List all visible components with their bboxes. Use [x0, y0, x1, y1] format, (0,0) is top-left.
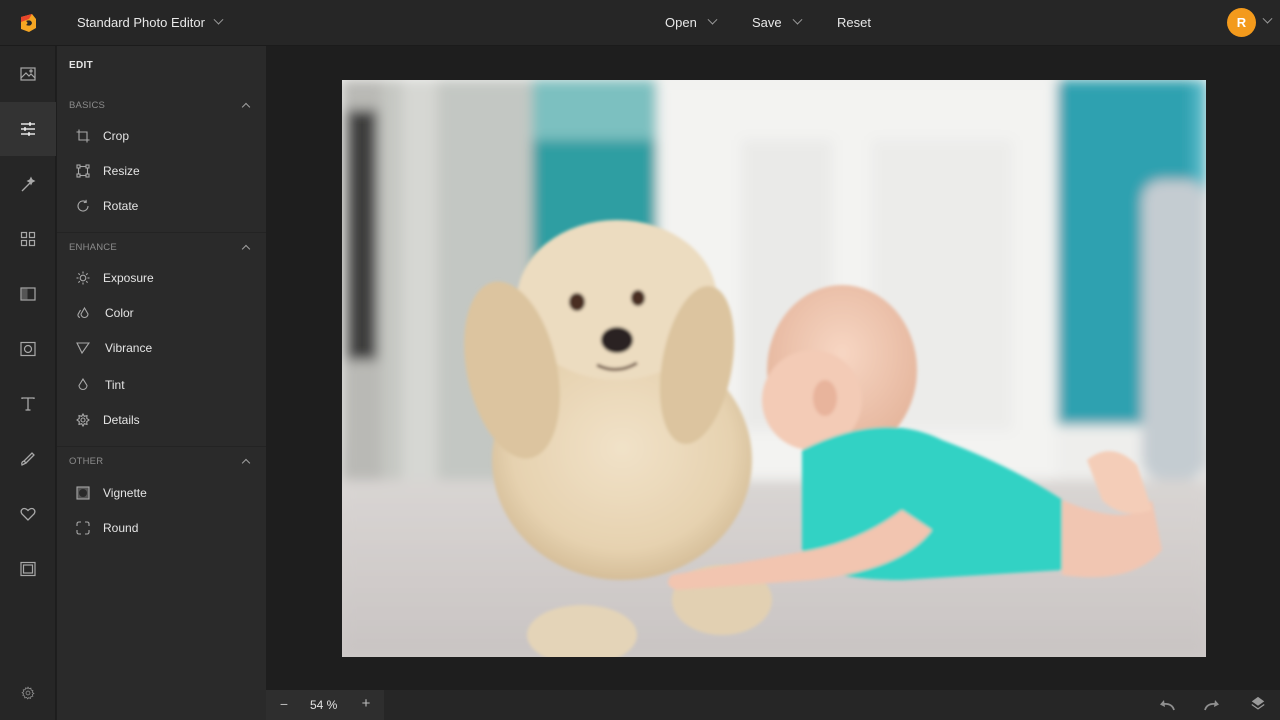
tool-rotate-label: Rotate: [103, 199, 139, 213]
canvas-area: [266, 46, 1280, 690]
tool-tint-label: Tint: [105, 378, 125, 392]
section-basics-header[interactable]: BASICS: [57, 96, 266, 116]
tool-round[interactable]: Round: [57, 513, 266, 545]
rail-item-borders[interactable]: [0, 542, 56, 596]
rail-item-adjust[interactable]: [0, 102, 56, 156]
sliders-icon: [21, 122, 35, 136]
tool-rotate[interactable]: Rotate: [57, 191, 266, 223]
image-icon: [20, 67, 36, 81]
round-corners-icon: [76, 521, 90, 535]
avatar-initial: R: [1236, 15, 1247, 30]
triangle-icon: [76, 342, 90, 355]
tool-details[interactable]: Details: [57, 405, 266, 437]
tool-resize-label: Resize: [103, 164, 140, 178]
tool-details-label: Details: [103, 413, 140, 427]
reset-label: Reset: [837, 15, 871, 30]
frame-circle-icon: [20, 341, 36, 357]
gear-star-icon: [76, 413, 90, 427]
text-icon: [21, 397, 35, 411]
layout-icon: [20, 287, 36, 301]
rail-item-draw[interactable]: [0, 432, 56, 486]
gear-icon: [21, 686, 35, 700]
bottom-bar: − 54 % +: [266, 690, 1280, 720]
sun-icon: [76, 271, 90, 285]
section-divider: [57, 232, 266, 233]
rail-item-stickers[interactable]: [0, 487, 56, 541]
rail-item-effects[interactable]: [0, 157, 56, 211]
crop-icon: [76, 129, 90, 143]
tool-vignette[interactable]: Vignette: [57, 478, 266, 510]
edit-panel: EDIT BASICS Crop Resize Rotate ENHANCE E…: [57, 46, 266, 720]
section-divider: [57, 446, 266, 447]
rail-item-image[interactable]: [0, 47, 56, 101]
tool-tint[interactable]: Tint: [57, 370, 266, 402]
rotate-icon: [77, 199, 89, 212]
zoom-out-button[interactable]: −: [276, 696, 292, 714]
reset-button[interactable]: Reset: [837, 15, 871, 30]
section-enhance-header[interactable]: ENHANCE: [57, 238, 266, 258]
app-logo-icon[interactable]: [18, 13, 38, 33]
tool-round-label: Round: [103, 521, 139, 535]
redo-icon[interactable]: [1203, 697, 1221, 713]
tool-crop[interactable]: Crop: [57, 121, 266, 153]
brush-icon: [21, 452, 35, 466]
section-basics-label: BASICS: [69, 100, 106, 111]
resize-icon: [76, 164, 90, 178]
magic-wand-icon: [21, 176, 36, 192]
open-menu[interactable]: Open: [665, 14, 718, 30]
chevron-up-icon: [241, 458, 251, 468]
tool-exposure-label: Exposure: [103, 271, 154, 285]
account-chevron-down-icon[interactable]: [1262, 13, 1273, 24]
chevron-up-icon: [241, 102, 251, 112]
open-label: Open: [665, 15, 697, 30]
chevron-down-icon: [213, 14, 224, 25]
panel-title: EDIT: [69, 60, 93, 71]
rail-item-frames[interactable]: [0, 322, 56, 376]
vignette-icon: [76, 486, 90, 500]
heart-icon: [20, 507, 36, 521]
drops-icon: [77, 306, 89, 319]
undo-icon[interactable]: [1158, 697, 1176, 713]
tool-color-label: Color: [105, 306, 134, 320]
user-avatar[interactable]: R: [1227, 8, 1256, 37]
chevron-up-icon: [241, 244, 251, 254]
rail-item-settings[interactable]: [0, 666, 56, 720]
zoom-in-button[interactable]: +: [358, 695, 374, 713]
photo-canvas[interactable]: [342, 80, 1206, 657]
rail-item-collage[interactable]: [0, 212, 56, 266]
top-bar: Standard Photo Editor Open Save Reset R: [0, 0, 1280, 46]
border-frame-icon: [20, 561, 36, 577]
section-other-label: OTHER: [69, 456, 104, 467]
photo-image: [342, 80, 1206, 657]
tool-crop-label: Crop: [103, 129, 130, 143]
section-other-header[interactable]: OTHER: [57, 452, 266, 472]
rail-item-overlays[interactable]: [0, 267, 56, 321]
tool-exposure[interactable]: Exposure: [57, 263, 266, 295]
rail-item-text[interactable]: [0, 377, 56, 431]
section-enhance-label: ENHANCE: [69, 242, 117, 253]
save-menu[interactable]: Save: [752, 14, 803, 30]
tool-color[interactable]: Color: [57, 298, 266, 330]
editor-mode-label: Standard Photo Editor: [77, 15, 205, 30]
tool-vibrance-label: Vibrance: [105, 341, 153, 355]
drop-icon: [78, 378, 88, 391]
grid-icon: [20, 231, 36, 247]
tool-vibrance[interactable]: Vibrance: [57, 333, 266, 365]
tool-resize[interactable]: Resize: [57, 156, 266, 188]
tool-rail: [0, 46, 56, 720]
chevron-down-icon: [792, 14, 803, 25]
editor-mode-dropdown[interactable]: Standard Photo Editor: [77, 14, 224, 30]
save-label: Save: [752, 15, 782, 30]
chevron-down-icon: [707, 14, 718, 25]
zoom-level: 54 %: [310, 698, 338, 712]
tool-vignette-label: Vignette: [103, 486, 147, 500]
layers-icon[interactable]: [1249, 696, 1267, 712]
zoom-control: − 54 % +: [266, 690, 384, 720]
